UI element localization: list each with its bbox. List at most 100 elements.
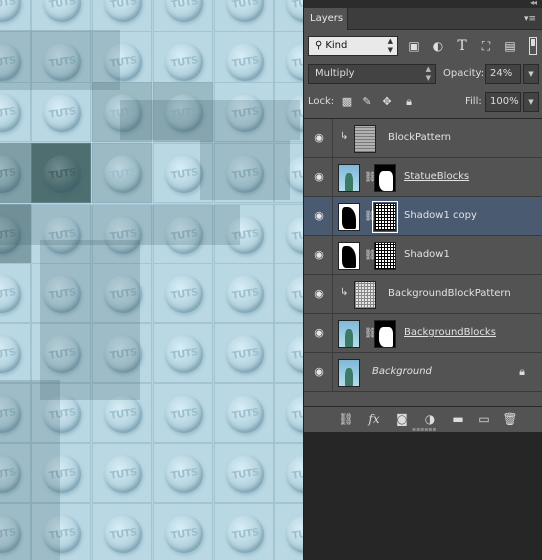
layer-row[interactable]: ◉ ⛓ StatueBlocks (304, 158, 542, 197)
block-stud: TUTS (0, 335, 21, 373)
lego-block: TUTS (274, 82, 303, 142)
tab-layers[interactable]: Layers (304, 8, 348, 30)
layer-mask-thumbnail[interactable] (374, 164, 396, 192)
lock-transparent-pixels-icon[interactable]: ▩ (340, 95, 354, 109)
stud-logo: TUTS (47, 166, 77, 182)
stud-logo: TUTS (47, 526, 77, 542)
layer-thumbnail[interactable] (338, 164, 360, 192)
lego-block: TUTS (274, 143, 303, 203)
layer-thumbnail[interactable] (338, 203, 360, 231)
stud-logo: TUTS (108, 406, 138, 422)
opacity-input[interactable]: 24% (485, 64, 521, 84)
smart-object-filter-icon[interactable]: ▤ (502, 38, 518, 54)
stud-logo: TUTS (0, 526, 17, 542)
block-stud: TUTS (226, 275, 264, 313)
lock-image-pixels-icon[interactable]: ✎ (360, 95, 374, 109)
stud-logo: TUTS (108, 166, 138, 182)
layer-thumbnail[interactable] (338, 320, 360, 348)
lego-block: TUTS (0, 383, 31, 443)
fill-input[interactable]: 100% (485, 92, 521, 112)
visibility-eye-icon[interactable]: ◉ (312, 171, 326, 183)
lego-block: TUTS (0, 204, 31, 264)
layer-name[interactable]: BackgroundBlocks (404, 327, 496, 338)
layer-mask-thumbnail[interactable] (372, 201, 398, 233)
visibility-eye-icon[interactable]: ◉ (312, 366, 326, 378)
layer-mask-thumbnail[interactable] (374, 242, 396, 270)
layer-row[interactable]: ◉ ⛓ Shadow1 copy (304, 197, 542, 236)
block-stud: TUTS (43, 455, 81, 493)
block-stud: TUTS (0, 395, 21, 433)
block-stud: TUTS (226, 155, 264, 193)
mask-link-icon[interactable]: ⛓ (364, 250, 377, 262)
stud-logo: TUTS (47, 346, 77, 362)
layer-thumbnail[interactable] (338, 359, 360, 387)
link-layers-icon[interactable]: ⛓ (338, 411, 354, 427)
filter-toggle-switch[interactable] (529, 37, 537, 55)
document-canvas[interactable]: TUTS TUTS TUTS TUTS TUTS TUTS TUTS TUTS TUTS TUTS… (0, 0, 303, 560)
stud-logo: TUTS (47, 286, 77, 302)
add-mask-icon[interactable]: ◙ (394, 411, 410, 427)
block-stud: TUTS (43, 43, 81, 81)
lock-position-icon[interactable]: ✥ (380, 95, 394, 109)
panel-menu-icon[interactable]: ▾≡ (524, 14, 536, 24)
mask-link-icon[interactable]: ⛓ (364, 211, 377, 223)
shape-filter-icon[interactable]: ⛶ (478, 38, 494, 54)
lego-block: TUTS (153, 82, 213, 142)
layer-thumbnail[interactable] (354, 281, 376, 309)
blend-mode-value: Multiply (315, 68, 355, 79)
layer-name[interactable]: Background (372, 366, 432, 377)
lock-all-icon[interactable]: 🔒︎ (402, 95, 416, 109)
layer-thumbnail[interactable] (338, 242, 360, 270)
opacity-dropdown-button[interactable]: ▼ (523, 64, 539, 84)
visibility-eye-icon[interactable]: ◉ (312, 210, 326, 222)
filter-kind-select[interactable]: ⚲ Kind ▲ ▼ (308, 36, 398, 56)
adjustment-filter-icon[interactable]: ◐ (430, 38, 446, 54)
layer-row[interactable]: ◉ ↳ BlockPattern (304, 119, 542, 158)
visibility-eye-icon[interactable]: ◉ (312, 288, 326, 300)
mask-link-icon[interactable]: ⛓ (364, 172, 377, 184)
opacity-label: Opacity: (443, 68, 485, 79)
layer-thumbnail[interactable] (354, 125, 376, 153)
layer-name[interactable]: BlockPattern (388, 132, 451, 143)
block-stud: TUTS (43, 395, 81, 433)
layer-row[interactable]: ◉ ⛓ BackgroundBlocks (304, 314, 542, 353)
stud-logo: TUTS (230, 105, 260, 121)
stud-logo: TUTS (0, 54, 17, 70)
type-filter-icon[interactable]: T (454, 38, 470, 54)
block-stud: TUTS (165, 335, 203, 373)
lego-block: TUTS (214, 82, 274, 142)
lego-block: TUTS (92, 143, 152, 203)
visibility-eye-icon[interactable]: ◉ (312, 249, 326, 261)
lego-block: TUTS (153, 143, 213, 203)
delete-layer-icon[interactable]: 🗑︎ (502, 411, 518, 427)
layer-name[interactable]: Shadow1 (404, 249, 450, 260)
new-layer-icon[interactable]: ▭ (476, 411, 492, 427)
lego-block: TUTS (92, 323, 152, 383)
fill-dropdown-button[interactable]: ▼ (523, 92, 539, 112)
layer-style-icon[interactable]: fx (366, 411, 382, 427)
block-stud: TUTS (43, 216, 81, 254)
mask-link-icon[interactable]: ⛓ (364, 328, 377, 340)
visibility-eye-icon[interactable]: ◉ (312, 327, 326, 339)
panel-tab-bar: Layers ▾≡ (304, 8, 542, 30)
lego-block: TUTS (153, 0, 213, 32)
blend-mode-select[interactable]: Multiply ▲ ▼ (308, 64, 436, 84)
image-filter-icon[interactable]: ▣ (406, 38, 422, 54)
stud-logo: TUTS (0, 227, 17, 243)
layer-name[interactable]: BackgroundBlockPattern (388, 288, 511, 299)
layer-name[interactable]: StatueBlocks (404, 171, 469, 182)
adjustment-layer-icon[interactable]: ◑ (422, 411, 438, 427)
block-stud: TUTS (226, 216, 264, 254)
new-group-icon[interactable]: ▬ (450, 411, 466, 427)
layer-name[interactable]: Shadow1 copy (404, 210, 477, 221)
stud-logo: TUTS (290, 166, 303, 182)
block-stud: TUTS (165, 455, 203, 493)
visibility-eye-icon[interactable]: ◉ (312, 132, 326, 144)
layer-row[interactable]: ◉ ↳ BackgroundBlockPattern (304, 275, 542, 314)
stud-logo: TUTS (290, 286, 303, 302)
layer-mask-thumbnail[interactable] (374, 320, 396, 348)
stud-logo: TUTS (169, 227, 199, 243)
collapse-panel-icon[interactable]: ◂◂ (530, 0, 537, 7)
layer-row[interactable]: ◉ ⛓ Shadow1 (304, 236, 542, 275)
layer-row[interactable]: ◉ Background 🔒︎ (304, 353, 542, 392)
